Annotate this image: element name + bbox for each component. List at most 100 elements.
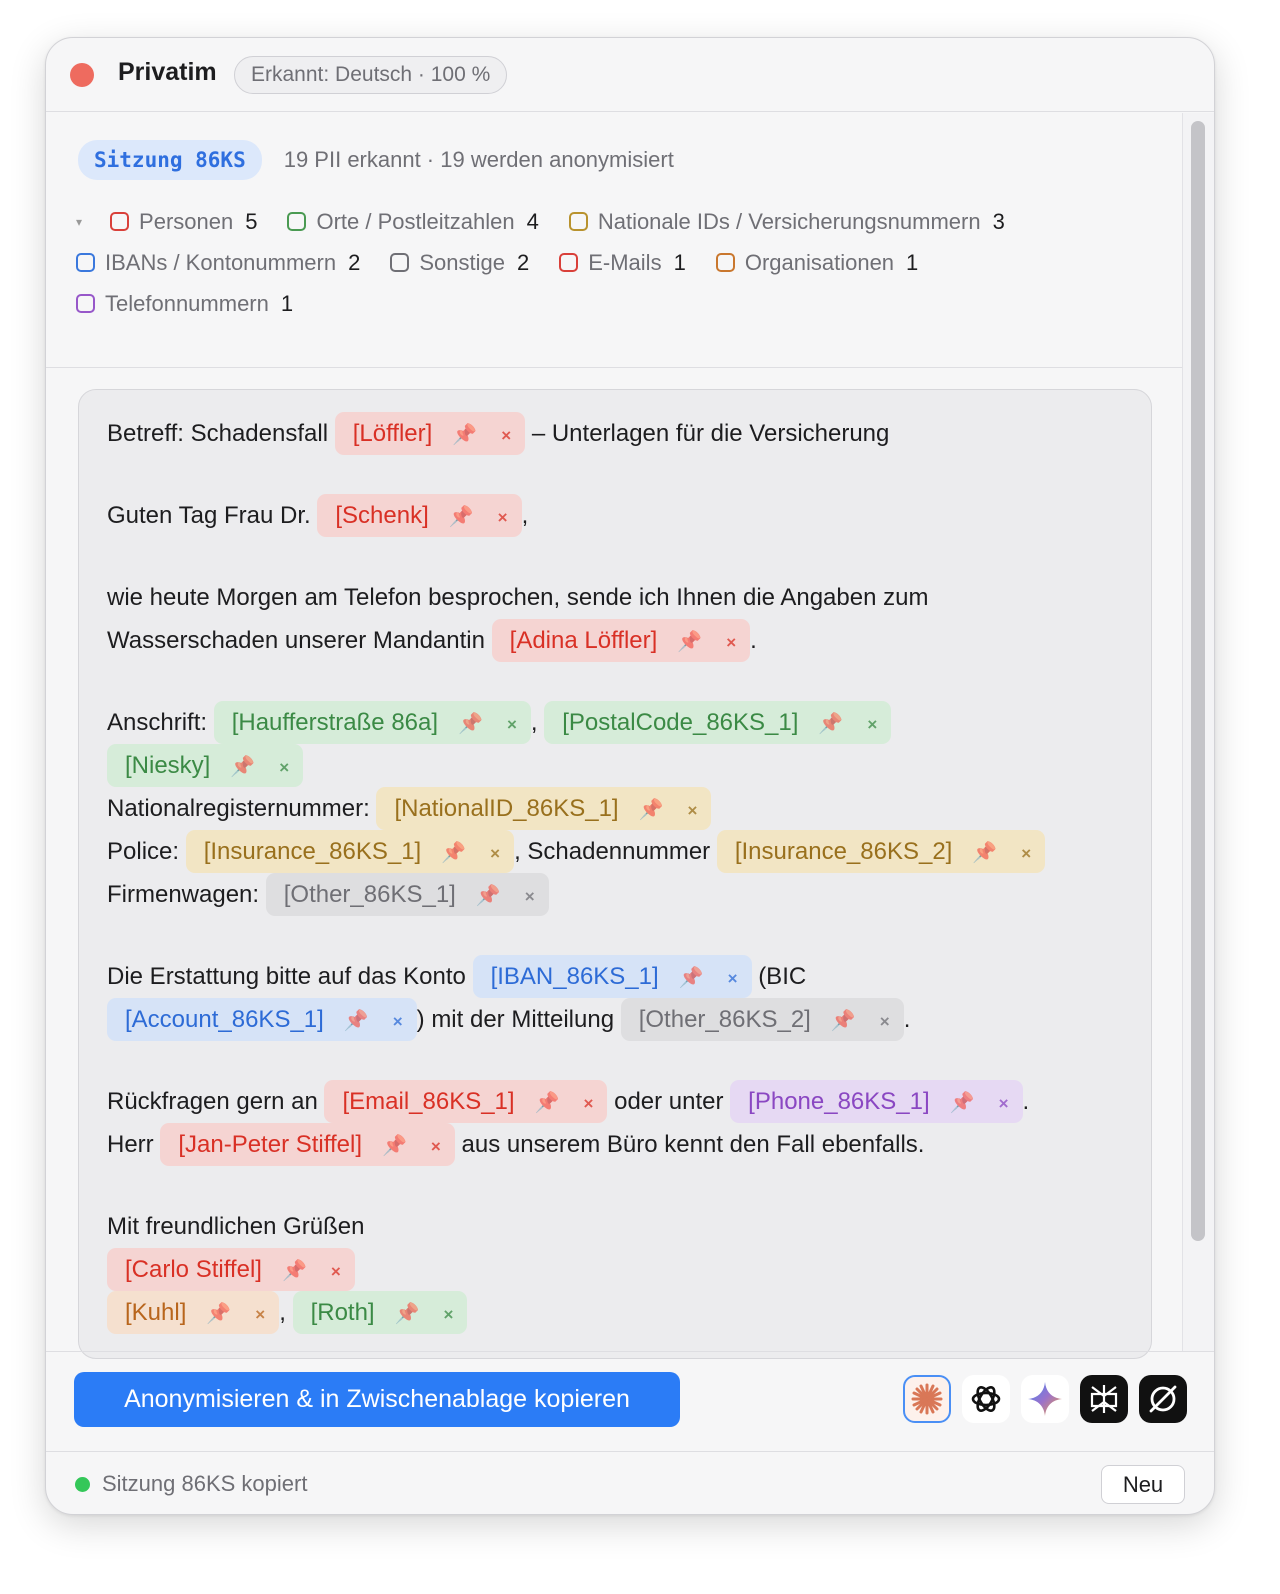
- pin-icon[interactable]: 📌: [282, 1250, 307, 1293]
- claude-icon[interactable]: [903, 1375, 951, 1423]
- pin-icon[interactable]: 📌: [831, 1000, 856, 1043]
- pii-chip-location[interactable]: [Niesky] 📌 ×: [107, 744, 304, 789]
- remove-icon[interactable]: ×: [728, 957, 738, 1000]
- pin-icon[interactable]: 📌: [476, 875, 501, 918]
- remove-icon[interactable]: ×: [1021, 832, 1031, 875]
- legend-item-telefonnummern[interactable]: Telefonnummern 1: [76, 291, 293, 317]
- title-bar: Privatim Erkannt: Deutsch · 100 %: [46, 38, 1214, 112]
- pin-icon[interactable]: 📌: [441, 832, 466, 875]
- remove-icon[interactable]: ×: [279, 746, 289, 789]
- pin-icon[interactable]: 📌: [679, 957, 704, 1000]
- gemini-icon[interactable]: [1021, 1375, 1069, 1423]
- pii-chip-insurance[interactable]: [Insurance_86KS_2] 📌 ×: [716, 830, 1046, 875]
- signature-line: [Kuhl] 📌 ×, [Roth] 📌 ×: [107, 1291, 1123, 1334]
- pii-chip-email[interactable]: [Email_86KS_1] 📌 ×: [324, 1080, 608, 1125]
- legend-item-emails[interactable]: E-Mails 1: [559, 250, 686, 276]
- signature-line: [Carlo Stiffel] 📌 ×: [107, 1248, 1123, 1291]
- pii-chip-iban[interactable]: [IBAN_86KS_1] 📌 ×: [472, 955, 752, 1000]
- legend-item-organisationen[interactable]: Organisationen 1: [715, 250, 918, 276]
- checkbox-icon[interactable]: [287, 212, 307, 231]
- closing-line: Mit freundlichen Grüßen: [107, 1213, 365, 1240]
- pii-summary: 19 PII erkannt · 19 werden anonymisiert: [283, 147, 674, 172]
- remove-icon[interactable]: ×: [880, 1000, 890, 1043]
- pii-chip-account[interactable]: [Account_86KS_1] 📌 ×: [107, 998, 417, 1041]
- body-line: Wasserschaden unserer Mandantin [Adina L…: [107, 619, 1123, 662]
- pin-icon[interactable]: 📌: [535, 1082, 560, 1125]
- legend-item-personen[interactable]: Personen 5: [110, 209, 257, 235]
- perplexity-icon[interactable]: [1080, 1375, 1128, 1423]
- pii-chip-other[interactable]: [Other_86KS_2] 📌 ×: [620, 998, 904, 1043]
- legend-item-sonstige[interactable]: Sonstige 2: [390, 250, 529, 276]
- pii-chip-national-id[interactable]: [NationalID_86KS_1] 📌 ×: [376, 787, 712, 832]
- pin-icon[interactable]: 📌: [972, 832, 997, 875]
- company-car-line: Firmenwagen: [Other_86KS_1] 📌 ×: [107, 873, 1123, 916]
- remove-icon[interactable]: ×: [583, 1082, 593, 1125]
- new-session-button[interactable]: Neu: [1101, 1465, 1185, 1504]
- pin-icon[interactable]: 📌: [818, 703, 843, 746]
- remove-icon[interactable]: ×: [393, 1000, 403, 1043]
- remove-icon[interactable]: ×: [507, 703, 517, 746]
- pii-chip-other[interactable]: [Other_86KS_1] 📌 ×: [265, 873, 549, 918]
- remove-icon[interactable]: ×: [490, 832, 500, 875]
- pin-icon[interactable]: 📌: [950, 1082, 975, 1125]
- national-id-line: Nationalregisternummer: [NationalID_86KS…: [107, 787, 1123, 830]
- pii-chip-location[interactable]: [Roth] 📌 ×: [292, 1291, 468, 1336]
- checkbox-icon[interactable]: [76, 294, 95, 313]
- legend-item-nationale-ids[interactable]: Nationale IDs / Versicherungsnummern 3: [568, 209, 1005, 235]
- divider: [46, 367, 1184, 368]
- pii-chip-insurance[interactable]: [Insurance_86KS_1] 📌 ×: [185, 830, 515, 875]
- police-line: Police: [Insurance_86KS_1] 📌 ×, Schadennum…: [107, 830, 1123, 873]
- remove-icon[interactable]: ×: [431, 1125, 441, 1168]
- chatgpt-icon[interactable]: [962, 1375, 1010, 1423]
- pii-chip-organization[interactable]: [Kuhl] 📌 ×: [107, 1291, 280, 1336]
- pii-chip-phone[interactable]: [Phone_86KS_1] 📌 ×: [730, 1080, 1023, 1125]
- checkbox-icon[interactable]: [559, 253, 579, 272]
- pin-icon[interactable]: 📌: [449, 496, 474, 539]
- checkbox-icon[interactable]: [390, 253, 410, 272]
- pin-icon[interactable]: 📌: [639, 789, 664, 832]
- legend-collapse-toggle[interactable]: ▾: [76, 215, 82, 229]
- pin-icon[interactable]: 📌: [206, 1293, 231, 1336]
- address-line: Anschrift: [Haufferstraße 86a] 📌 ×, [Posta…: [107, 701, 1123, 744]
- legend-item-ibans[interactable]: IBANs / Kontonummern 2: [76, 250, 360, 276]
- pin-icon[interactable]: 📌: [344, 1000, 369, 1043]
- remove-icon[interactable]: ×: [726, 621, 736, 664]
- remove-icon[interactable]: ×: [255, 1293, 265, 1336]
- checkbox-icon[interactable]: [715, 253, 735, 272]
- pin-icon[interactable]: 📌: [382, 1125, 407, 1168]
- remove-icon[interactable]: ×: [331, 1250, 341, 1293]
- remove-icon[interactable]: ×: [501, 414, 511, 457]
- close-window-button[interactable]: [70, 63, 94, 87]
- pii-chip-person[interactable]: [Carlo Stiffel] 📌 ×: [107, 1248, 355, 1291]
- pii-chip-person[interactable]: [Schenk] 📌 ×: [317, 494, 522, 539]
- status-indicator: [75, 1477, 90, 1492]
- remove-icon[interactable]: ×: [999, 1082, 1009, 1125]
- grok-icon[interactable]: [1139, 1375, 1187, 1423]
- remove-icon[interactable]: ×: [867, 703, 877, 746]
- scrollbar-thumb[interactable]: [1191, 121, 1205, 1241]
- anonymize-copy-button[interactable]: Anonymisieren & in Zwischenablage kopier…: [74, 1372, 680, 1427]
- legend-item-orte[interactable]: Orte / Postleitzahlen 4: [287, 209, 539, 235]
- pii-chip-location[interactable]: [PostalCode_86KS_1] 📌 ×: [544, 701, 892, 746]
- pii-chip-location[interactable]: [Haufferstraße 86a] 📌 ×: [213, 701, 531, 746]
- remove-icon[interactable]: ×: [498, 496, 508, 539]
- pin-icon[interactable]: 📌: [395, 1293, 420, 1336]
- text-editor[interactable]: Betreff: Schadensfall [Löffler] 📌 × – Unte…: [78, 389, 1152, 1359]
- main-content: Sitzung 86KS 19 PII erkannt · 19 werden …: [46, 113, 1184, 1359]
- pii-chip-person[interactable]: [Löffler] 📌 ×: [334, 412, 526, 457]
- remove-icon[interactable]: ×: [688, 789, 698, 832]
- checkbox-icon[interactable]: [568, 212, 588, 231]
- status-bar: Sitzung 86KS kopiert Neu: [46, 1451, 1214, 1514]
- pii-chip-person[interactable]: [Jan-Peter Stiffel] 📌 ×: [160, 1123, 455, 1166]
- remove-icon[interactable]: ×: [525, 875, 535, 918]
- checkbox-icon[interactable]: [110, 212, 130, 231]
- pii-chip-person[interactable]: [Adina Löffler] 📌 ×: [491, 619, 751, 664]
- address-line: [Niesky] 📌 ×: [107, 744, 1123, 787]
- pin-icon[interactable]: 📌: [677, 621, 702, 664]
- pin-icon[interactable]: 📌: [458, 703, 483, 746]
- checkbox-icon[interactable]: [76, 253, 95, 272]
- pin-icon[interactable]: 📌: [230, 746, 255, 789]
- remove-icon[interactable]: ×: [444, 1293, 454, 1336]
- pin-icon[interactable]: 📌: [452, 414, 477, 457]
- refund-line: [Account_86KS_1] 📌 ×) mit der Mitteilung […: [107, 998, 1123, 1041]
